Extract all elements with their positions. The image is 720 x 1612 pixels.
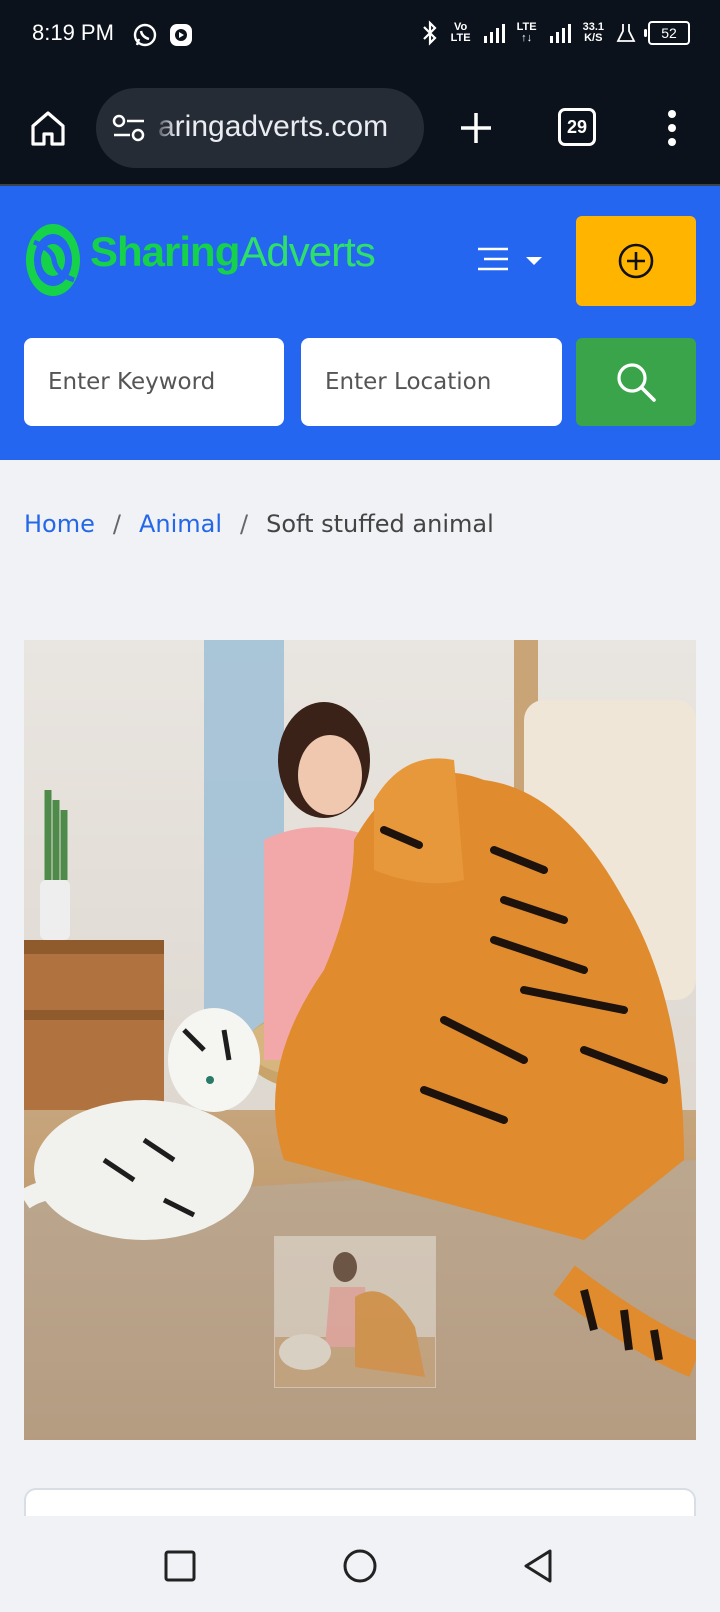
system-navigation-bar bbox=[0, 1516, 720, 1612]
home-icon[interactable] bbox=[28, 108, 68, 148]
search-button[interactable] bbox=[576, 338, 696, 426]
image-thumbnail[interactable] bbox=[274, 1236, 436, 1388]
browser-toolbar: aringadverts.com 29 bbox=[0, 72, 720, 186]
hamburger-menu-icon[interactable] bbox=[476, 246, 546, 276]
new-tab-icon[interactable] bbox=[456, 108, 496, 148]
breadcrumb-separator: / bbox=[112, 510, 121, 538]
thumbnail-photo bbox=[275, 1237, 435, 1387]
keyword-input[interactable]: Enter Keyword bbox=[24, 338, 284, 426]
volte-indicator: Vo LTE bbox=[450, 21, 471, 44]
status-time: 8:19 PM bbox=[32, 20, 114, 45]
signal-icon-2 bbox=[549, 24, 571, 43]
recents-icon[interactable] bbox=[160, 1546, 200, 1586]
bluetooth-icon bbox=[422, 20, 437, 46]
plus-circle-icon bbox=[618, 243, 654, 279]
url-text[interactable]: aringadverts.com bbox=[158, 110, 388, 144]
status-bar: 8:19 PM Vo LTE LTE ↑↓ 33.1 K/S 52 bbox=[0, 0, 720, 72]
post-ad-button[interactable] bbox=[576, 216, 696, 306]
breadcrumb-current: Soft stuffed animal bbox=[266, 510, 494, 538]
breadcrumb-home[interactable]: Home bbox=[24, 510, 95, 538]
signal-icon bbox=[483, 24, 505, 43]
location-input[interactable]: Enter Location bbox=[301, 338, 562, 426]
breadcrumb-separator: / bbox=[240, 510, 249, 538]
back-icon[interactable] bbox=[518, 1546, 558, 1586]
address-bar[interactable]: aringadverts.com bbox=[96, 88, 424, 168]
home-nav-icon[interactable] bbox=[340, 1546, 380, 1586]
breadcrumb: Home / Animal / Soft stuffed animal bbox=[24, 510, 494, 538]
media-app-icon bbox=[170, 24, 192, 46]
site-settings-icon[interactable] bbox=[112, 114, 146, 142]
url-fade bbox=[152, 88, 176, 168]
flask-icon bbox=[616, 24, 636, 42]
site-header: SharingAdverts Enter Keyword Enter Locat… bbox=[0, 186, 720, 460]
lte-indicator: LTE ↑↓ bbox=[516, 21, 537, 44]
site-logo[interactable]: SharingAdverts bbox=[24, 220, 376, 300]
logo-icon bbox=[26, 224, 80, 296]
whatsapp-icon bbox=[133, 23, 157, 47]
tab-switcher-button[interactable]: 29 bbox=[558, 108, 596, 146]
product-image[interactable] bbox=[24, 640, 696, 1440]
network-speed: 33.1 K/S bbox=[582, 21, 604, 44]
breadcrumb-category[interactable]: Animal bbox=[139, 510, 222, 538]
search-icon bbox=[617, 363, 656, 402]
logo-text: SharingAdverts bbox=[90, 228, 376, 275]
status-icons: Vo LTE LTE ↑↓ 33.1 K/S 52 bbox=[421, 20, 690, 46]
battery-indicator: 52 bbox=[644, 21, 690, 45]
more-menu-icon[interactable] bbox=[662, 108, 682, 148]
